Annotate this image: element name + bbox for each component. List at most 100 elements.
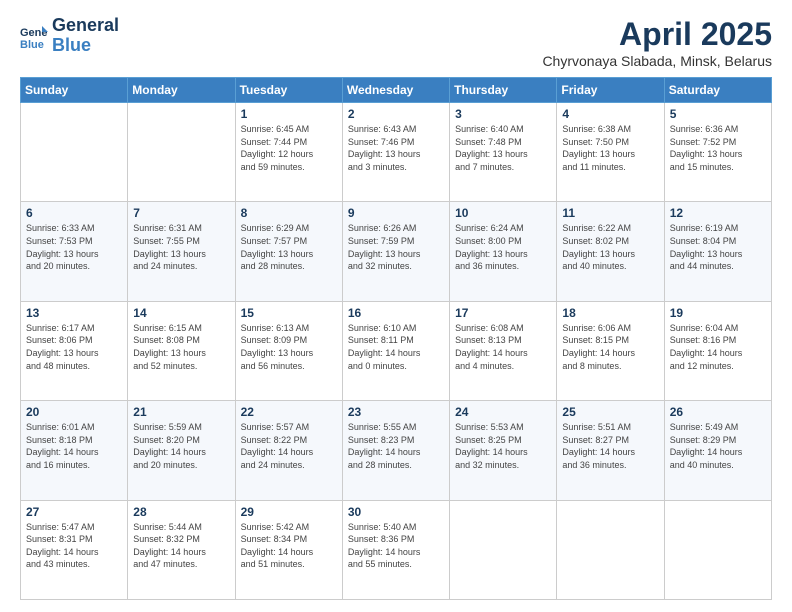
calendar-body: 1 Sunrise: 6:45 AM Sunset: 7:44 PM Daylig… [21, 103, 772, 600]
day-number: 3 [455, 107, 551, 121]
day-number: 4 [562, 107, 658, 121]
day-cell: 28 Sunrise: 5:44 AM Sunset: 8:32 PM Dayli… [128, 500, 235, 599]
day-info: Sunrise: 6:24 AM Sunset: 8:00 PM Dayligh… [455, 222, 551, 272]
day-cell: 16 Sunrise: 6:10 AM Sunset: 8:11 PM Dayli… [342, 301, 449, 400]
day-info: Sunrise: 5:42 AM Sunset: 8:34 PM Dayligh… [241, 521, 337, 571]
day-cell: 23 Sunrise: 5:55 AM Sunset: 8:23 PM Dayli… [342, 401, 449, 500]
day-number: 30 [348, 505, 444, 519]
day-info: Sunrise: 6:45 AM Sunset: 7:44 PM Dayligh… [241, 123, 337, 173]
week-row-3: 13 Sunrise: 6:17 AM Sunset: 8:06 PM Dayli… [21, 301, 772, 400]
day-info: Sunrise: 6:19 AM Sunset: 8:04 PM Dayligh… [670, 222, 766, 272]
day-info: Sunrise: 6:33 AM Sunset: 7:53 PM Dayligh… [26, 222, 122, 272]
day-cell: 18Sunrise: 6:06 AM Sunset: 8:15 PM Dayli… [557, 301, 664, 400]
logo: General Blue General Blue [20, 16, 119, 56]
day-number: 13 [26, 306, 122, 320]
day-cell [450, 500, 557, 599]
day-number: 9 [348, 206, 444, 220]
day-number: 10 [455, 206, 551, 220]
day-number: 12 [670, 206, 766, 220]
day-info: Sunrise: 6:40 AM Sunset: 7:48 PM Dayligh… [455, 123, 551, 173]
day-cell: 10 Sunrise: 6:24 AM Sunset: 8:00 PM Dayli… [450, 202, 557, 301]
day-cell: 30 Sunrise: 5:40 AM Sunset: 8:36 PM Dayli… [342, 500, 449, 599]
day-number: 19 [670, 306, 766, 320]
day-info: Sunrise: 6:31 AM Sunset: 7:55 PM Dayligh… [133, 222, 229, 272]
day-cell: 5 Sunrise: 6:36 AM Sunset: 7:52 PM Daylig… [664, 103, 771, 202]
calendar-header: SundayMondayTuesdayWednesdayThursdayFrid… [21, 78, 772, 103]
day-info: Sunrise: 5:53 AM Sunset: 8:25 PM Dayligh… [455, 421, 551, 471]
col-header-wednesday: Wednesday [342, 78, 449, 103]
day-cell: 4Sunrise: 6:38 AM Sunset: 7:50 PM Daylig… [557, 103, 664, 202]
day-cell: 29 Sunrise: 5:42 AM Sunset: 8:34 PM Dayli… [235, 500, 342, 599]
day-info: Sunrise: 6:13 AM Sunset: 8:09 PM Dayligh… [241, 322, 337, 372]
day-cell: 2 Sunrise: 6:43 AM Sunset: 7:46 PM Daylig… [342, 103, 449, 202]
day-number: 14 [133, 306, 229, 320]
day-number: 17 [455, 306, 551, 320]
day-cell: 7Sunrise: 6:31 AM Sunset: 7:55 PM Daylig… [128, 202, 235, 301]
day-info: Sunrise: 6:26 AM Sunset: 7:59 PM Dayligh… [348, 222, 444, 272]
day-cell: 26 Sunrise: 5:49 AM Sunset: 8:29 PM Dayli… [664, 401, 771, 500]
day-cell: 20 Sunrise: 6:01 AM Sunset: 8:18 PM Dayli… [21, 401, 128, 500]
day-cell [557, 500, 664, 599]
day-cell: 24 Sunrise: 5:53 AM Sunset: 8:25 PM Dayli… [450, 401, 557, 500]
day-info: Sunrise: 5:49 AM Sunset: 8:29 PM Dayligh… [670, 421, 766, 471]
day-number: 2 [348, 107, 444, 121]
day-number: 28 [133, 505, 229, 519]
day-number: 11 [562, 206, 658, 220]
day-cell: 3 Sunrise: 6:40 AM Sunset: 7:48 PM Daylig… [450, 103, 557, 202]
day-number: 20 [26, 405, 122, 419]
day-cell: 9 Sunrise: 6:26 AM Sunset: 7:59 PM Daylig… [342, 202, 449, 301]
day-number: 16 [348, 306, 444, 320]
day-number: 26 [670, 405, 766, 419]
day-cell: 1 Sunrise: 6:45 AM Sunset: 7:44 PM Daylig… [235, 103, 342, 202]
day-number: 1 [241, 107, 337, 121]
logo-icon: General Blue [20, 22, 48, 50]
day-info: Sunrise: 5:57 AM Sunset: 8:22 PM Dayligh… [241, 421, 337, 471]
day-info: Sunrise: 5:44 AM Sunset: 8:32 PM Dayligh… [133, 521, 229, 571]
day-number: 24 [455, 405, 551, 419]
calendar-table: SundayMondayTuesdayWednesdayThursdayFrid… [20, 77, 772, 600]
header: General Blue General Blue April 2025 Chy… [20, 16, 772, 69]
day-info: Sunrise: 6:10 AM Sunset: 8:11 PM Dayligh… [348, 322, 444, 372]
day-info: Sunrise: 5:51 AM Sunset: 8:27 PM Dayligh… [562, 421, 658, 471]
day-info: Sunrise: 6:17 AM Sunset: 8:06 PM Dayligh… [26, 322, 122, 372]
day-cell: 6 Sunrise: 6:33 AM Sunset: 7:53 PM Daylig… [21, 202, 128, 301]
title-area: April 2025 Chyrvonaya Slabada, Minsk, Be… [542, 16, 772, 69]
day-info: Sunrise: 6:08 AM Sunset: 8:13 PM Dayligh… [455, 322, 551, 372]
day-number: 29 [241, 505, 337, 519]
day-cell: 21Sunrise: 5:59 AM Sunset: 8:20 PM Dayli… [128, 401, 235, 500]
day-info: Sunrise: 6:36 AM Sunset: 7:52 PM Dayligh… [670, 123, 766, 173]
day-cell: 13 Sunrise: 6:17 AM Sunset: 8:06 PM Dayli… [21, 301, 128, 400]
day-info: Sunrise: 5:47 AM Sunset: 8:31 PM Dayligh… [26, 521, 122, 571]
logo-line1: General [52, 16, 119, 36]
day-cell: 11 Sunrise: 6:22 AM Sunset: 8:02 PM Dayli… [557, 202, 664, 301]
day-cell [21, 103, 128, 202]
day-cell: 8Sunrise: 6:29 AM Sunset: 7:57 PM Daylig… [235, 202, 342, 301]
col-header-thursday: Thursday [450, 78, 557, 103]
day-info: Sunrise: 6:22 AM Sunset: 8:02 PM Dayligh… [562, 222, 658, 272]
day-cell: 15Sunrise: 6:13 AM Sunset: 8:09 PM Dayli… [235, 301, 342, 400]
day-info: Sunrise: 6:29 AM Sunset: 7:57 PM Dayligh… [241, 222, 337, 272]
day-number: 21 [133, 405, 229, 419]
day-cell [128, 103, 235, 202]
page: General Blue General Blue April 2025 Chy… [0, 0, 792, 612]
day-info: Sunrise: 6:01 AM Sunset: 8:18 PM Dayligh… [26, 421, 122, 471]
day-number: 5 [670, 107, 766, 121]
day-cell: 14Sunrise: 6:15 AM Sunset: 8:08 PM Dayli… [128, 301, 235, 400]
day-number: 23 [348, 405, 444, 419]
week-row-4: 20 Sunrise: 6:01 AM Sunset: 8:18 PM Dayli… [21, 401, 772, 500]
day-cell [664, 500, 771, 599]
day-number: 22 [241, 405, 337, 419]
day-number: 6 [26, 206, 122, 220]
day-number: 27 [26, 505, 122, 519]
week-row-2: 6 Sunrise: 6:33 AM Sunset: 7:53 PM Daylig… [21, 202, 772, 301]
day-info: Sunrise: 5:40 AM Sunset: 8:36 PM Dayligh… [348, 521, 444, 571]
day-number: 25 [562, 405, 658, 419]
col-header-tuesday: Tuesday [235, 78, 342, 103]
day-info: Sunrise: 6:04 AM Sunset: 8:16 PM Dayligh… [670, 322, 766, 372]
day-number: 18 [562, 306, 658, 320]
day-info: Sunrise: 6:43 AM Sunset: 7:46 PM Dayligh… [348, 123, 444, 173]
day-info: Sunrise: 5:55 AM Sunset: 8:23 PM Dayligh… [348, 421, 444, 471]
week-row-1: 1 Sunrise: 6:45 AM Sunset: 7:44 PM Daylig… [21, 103, 772, 202]
week-row-5: 27 Sunrise: 5:47 AM Sunset: 8:31 PM Dayli… [21, 500, 772, 599]
col-header-monday: Monday [128, 78, 235, 103]
